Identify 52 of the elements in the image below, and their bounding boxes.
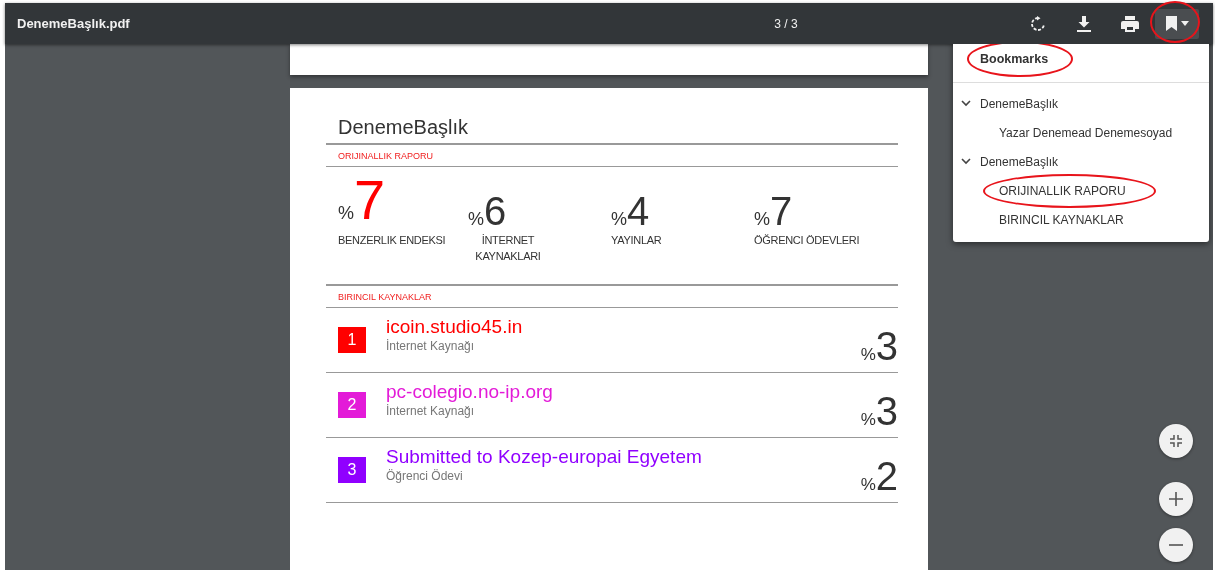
source-type: Öğrenci Ödevi — [386, 468, 464, 483]
source-percent: 3 — [875, 391, 898, 431]
download-icon[interactable] — [1077, 15, 1091, 32]
page-indicator: 3 / 3 — [773, 16, 799, 31]
section-heading: BIRINCIL KAYNAKLAR — [326, 284, 898, 308]
stat-label: BENZERLIK ENDEKSI — [338, 233, 447, 248]
source-name: pc-colegio.no-ip.org — [386, 380, 554, 403]
bookmark-item[interactable]: Yazar Denemead Denemesoyad — [999, 125, 1173, 140]
bookmark-icon — [1165, 16, 1177, 31]
stat-value: 7 — [770, 191, 793, 231]
collapse-icon — [1170, 435, 1182, 447]
source-percent: 3 — [875, 326, 898, 366]
percent-sign: % — [468, 209, 484, 230]
zoom-out-button[interactable] — [1159, 528, 1193, 562]
stat-label: İNTERNET KAYNAKLARI — [474, 233, 542, 264]
bookmark-item[interactable]: ORIJINALLIK RAPORU — [999, 183, 1126, 198]
print-icon[interactable] — [1121, 15, 1139, 32]
rank-badge: 1 — [338, 327, 366, 353]
source-type: İnternet Kaynağı — [386, 338, 476, 353]
stat-value: 4 — [627, 191, 650, 231]
plus-icon — [1169, 492, 1183, 506]
stat-label: YAYINLAR — [611, 233, 663, 248]
percent-sign: % — [860, 410, 876, 430]
rotate-icon[interactable] — [1030, 15, 1046, 32]
source-percent: 2 — [875, 456, 898, 496]
bookmark-button[interactable] — [1155, 8, 1199, 39]
document-title: DenemeBaşlık.pdf — [17, 16, 131, 31]
chevron-down-icon[interactable] — [961, 158, 971, 165]
percent-sign: % — [754, 209, 770, 230]
bookmarks-heading: Bookmarks — [980, 52, 1049, 66]
percent-sign: % — [860, 475, 876, 495]
source-name: icoin.studio45.in — [386, 315, 524, 338]
percent-sign: % — [611, 209, 627, 230]
source-name: Submitted to Kozep-europai Egyetem — [386, 445, 703, 468]
bookmark-item[interactable]: DenemeBaşlık — [980, 96, 1059, 111]
caret-icon — [1180, 21, 1189, 26]
stat-label: ÖĞRENCI ÖDEVLERI — [754, 233, 861, 248]
zoom-in-button[interactable] — [1159, 482, 1193, 516]
section-heading: ORIJINALLIK RAPORU — [326, 145, 898, 167]
percent-sign: % — [338, 203, 354, 224]
bookmark-item[interactable]: DenemeBaşlık — [980, 154, 1059, 169]
chevron-down-icon[interactable] — [961, 100, 971, 107]
stat-value: 7 — [354, 171, 386, 230]
fit-page-button[interactable] — [1159, 424, 1193, 458]
minus-icon — [1169, 544, 1183, 546]
source-type: İnternet Kaynağı — [386, 403, 476, 418]
bookmark-item[interactable]: BIRINCIL KAYNAKLAR — [999, 212, 1124, 227]
stat-value: 6 — [484, 191, 507, 231]
report-title: DenemeBaşlık — [326, 116, 898, 145]
percent-sign: % — [860, 345, 876, 365]
rank-badge: 2 — [338, 392, 366, 418]
rank-badge: 3 — [338, 457, 366, 483]
